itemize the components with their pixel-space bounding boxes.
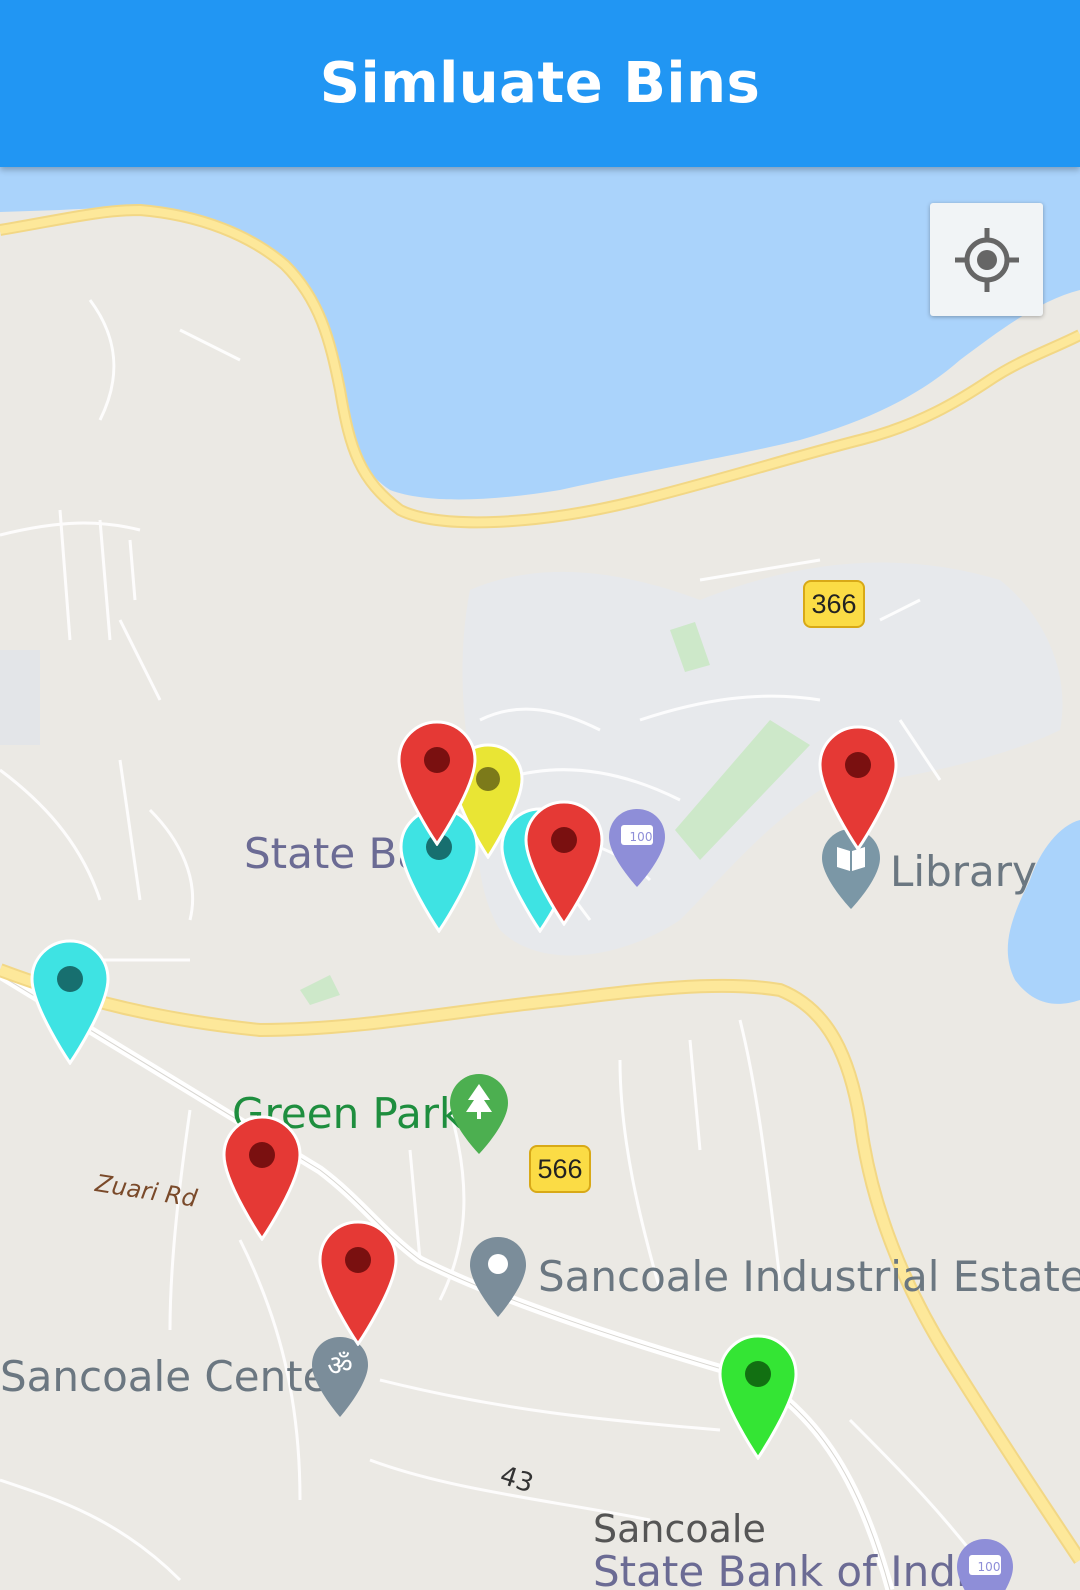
bank-badge-bottom: 100 bbox=[978, 1560, 1001, 1574]
park-icon[interactable] bbox=[448, 1072, 510, 1156]
app-title: Simluate Bins bbox=[319, 51, 761, 116]
app-bar: Simluate Bins bbox=[0, 0, 1080, 167]
bin-marker-red[interactable] bbox=[318, 1220, 398, 1346]
label-sancoale: Sancoale bbox=[593, 1507, 766, 1551]
bin-marker-red[interactable] bbox=[524, 800, 604, 926]
label-library[interactable]: Library bbox=[890, 847, 1037, 896]
label-sancoale-center[interactable]: Sancoale Center bbox=[0, 1352, 346, 1401]
bin-marker-cyan[interactable] bbox=[30, 939, 110, 1065]
route-566-shield: 566 bbox=[529, 1145, 591, 1193]
bank-icon[interactable]: 100 bbox=[607, 807, 667, 889]
route-366-shield: 366 bbox=[803, 580, 865, 628]
pin-icon[interactable] bbox=[468, 1235, 528, 1319]
bank-icon[interactable]: 100 bbox=[955, 1537, 1015, 1590]
map-view[interactable]: 366 566 State Ba Library Green Park Zuar… bbox=[0, 167, 1080, 1590]
label-state-bank-bottom[interactable]: State Bank of India bbox=[593, 1547, 993, 1590]
bin-marker-green[interactable] bbox=[718, 1334, 798, 1460]
my-location-button[interactable] bbox=[930, 203, 1043, 316]
bin-marker-red[interactable] bbox=[397, 720, 477, 846]
temple-icon[interactable]: ॐ bbox=[310, 1335, 370, 1419]
bin-marker-red[interactable] bbox=[222, 1115, 302, 1241]
my-location-icon bbox=[954, 227, 1019, 292]
svg-text:ॐ: ॐ bbox=[327, 1349, 353, 1382]
bank-badge-top: 100 bbox=[630, 830, 653, 844]
label-sancoale-industrial[interactable]: Sancoale Industrial Estate bbox=[538, 1252, 1080, 1301]
bin-marker-red[interactable] bbox=[818, 725, 898, 851]
